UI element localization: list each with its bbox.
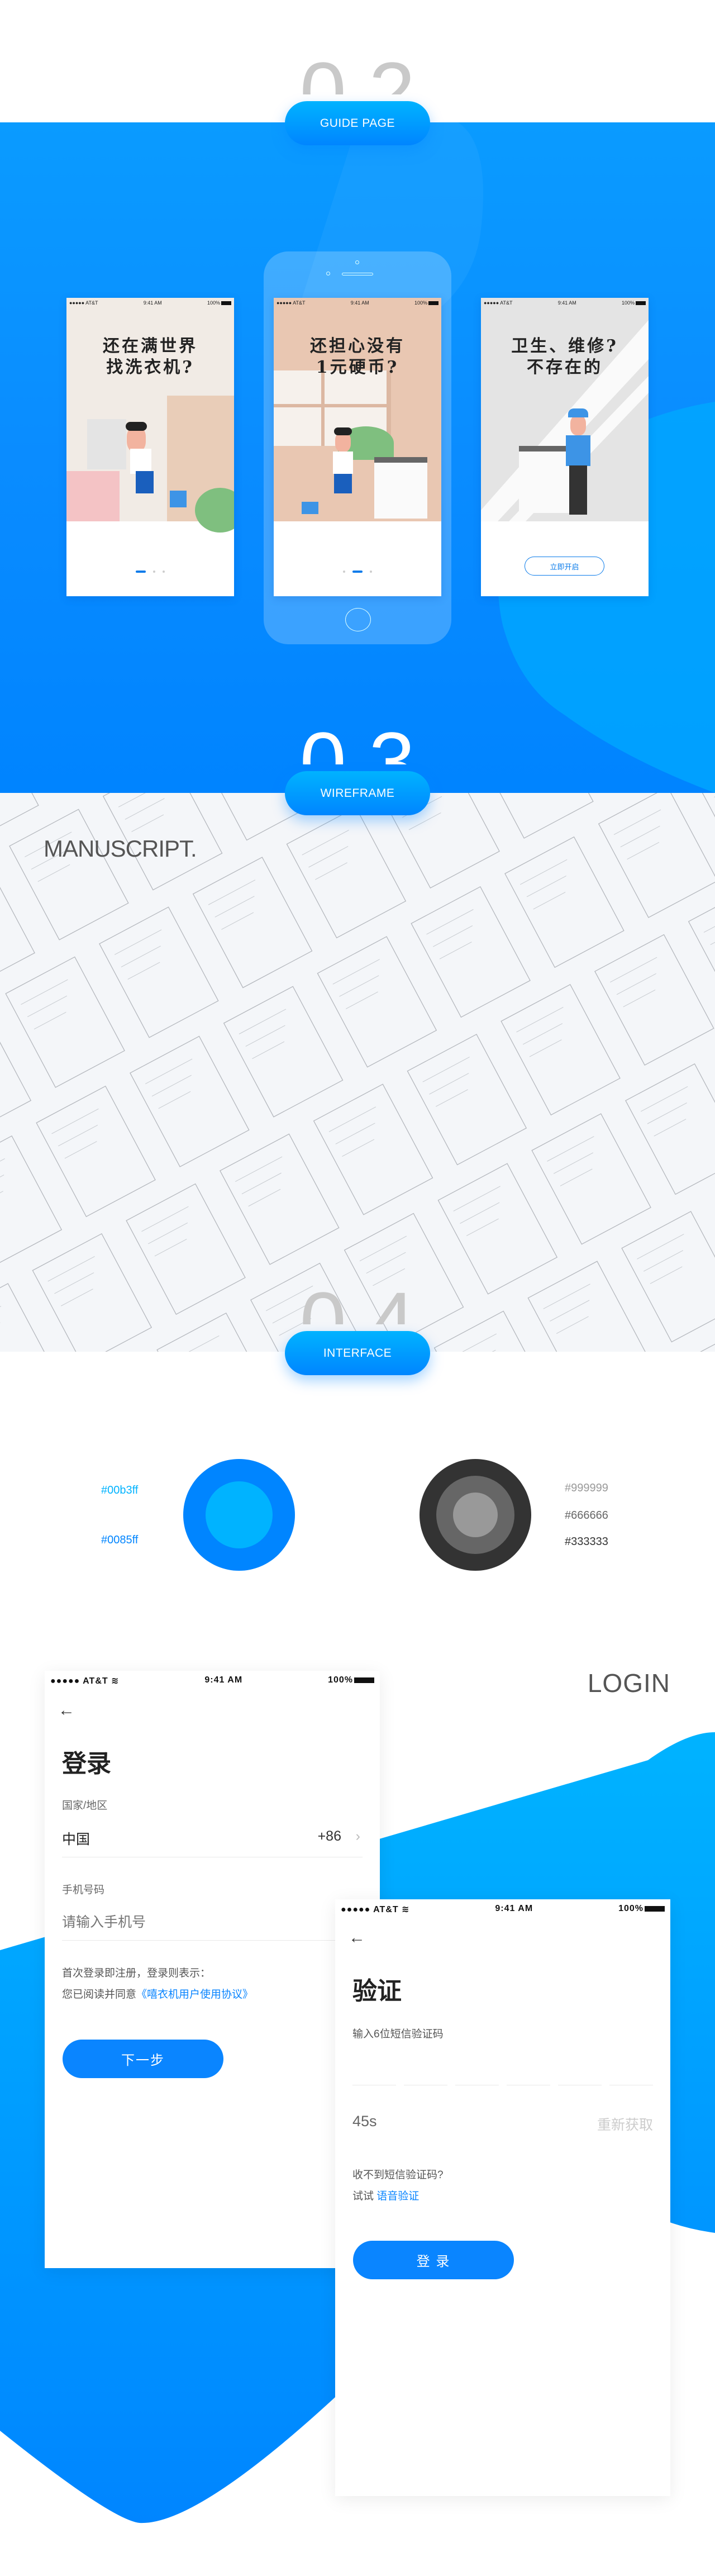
login-heading: LOGIN <box>587 1669 670 1698</box>
guide-screen-1: ●●●●● AT&T 9:41 AM 100% 还在满世界 找洗衣机? <box>66 298 234 596</box>
battery-icon <box>221 301 231 306</box>
login-button[interactable]: 登 录 <box>353 2241 514 2279</box>
page-indicator[interactable] <box>274 571 441 573</box>
guide-page-pill: GUIDE PAGE <box>285 101 430 145</box>
agreement-text: 您已阅读并同意《嘻衣机用户使用协议》 <box>62 1989 254 2000</box>
no-sms-text: 收不到短信验证码? <box>352 2169 444 2181</box>
section-number-04: 04 <box>0 1280 715 1324</box>
status-bar: ●●●●● AT&T 9:41 AM 100% <box>481 298 649 308</box>
verify-screen: ●●●●● AT&T ≋ 9:41 AM 100% ← 验证 输入6位短信验证码 4… <box>335 1899 670 2496</box>
verify-title: 验证 <box>352 1978 402 2005</box>
illustration-coin-worry <box>274 298 441 521</box>
status-bar: ●●●●● AT&T ≋ 9:41 AM 100% <box>341 1904 665 1915</box>
battery-icon <box>428 301 438 306</box>
illustration-laundry-search <box>66 298 234 533</box>
agreement-link[interactable]: 《嘻衣机用户使用协议》 <box>136 1989 253 2000</box>
login-screen: ●●●●● AT&T ≋ 9:41 AM 100% ← 登录 国家/地区 中国 +8… <box>45 1671 380 2268</box>
sensor-icon <box>326 272 330 275</box>
section-number-02: 02 <box>0 50 715 94</box>
home-button[interactable] <box>345 608 371 631</box>
wireframe-pill: WIREFRAME <box>285 771 430 815</box>
battery-icon <box>636 301 646 306</box>
divider <box>62 1940 363 1941</box>
next-button[interactable]: 下一步 <box>63 2040 223 2078</box>
country-code: +86 <box>317 1828 341 1844</box>
country-selector[interactable]: 中国 +86 › <box>62 1828 363 1851</box>
start-now-button[interactable]: 立即开启 <box>525 557 604 576</box>
code-input[interactable] <box>352 2067 653 2085</box>
arrow-left-icon[interactable]: ← <box>349 1929 365 1946</box>
status-bar: ●●●●● AT&T 9:41 AM 100% <box>66 298 234 308</box>
status-bar: ●●●●● AT&T ≋ 9:41 AM 100% <box>50 1675 374 1686</box>
interface-pill: INTERFACE <box>285 1331 430 1375</box>
notice-text: 首次登录即注册，登录则表示： <box>62 1967 211 1979</box>
page-indicator[interactable] <box>66 571 234 573</box>
status-bar: ●●●●● AT&T 9:41 AM 100% <box>274 298 441 308</box>
voice-verify-row: 试试 语音验证 <box>352 2190 420 2202</box>
section-number-03: 03 <box>0 720 715 764</box>
guide-title: 还担心没有 1元硬币? <box>310 336 405 377</box>
guide-screen-2: ●●●●● AT&T 9:41 AM 100% 还担心没有 1元硬币? <box>274 298 441 596</box>
illustration-repairman <box>481 298 649 521</box>
chevron-right-icon: › <box>355 1828 360 1844</box>
code-hint: 输入6位短信验证码 <box>352 2028 444 2040</box>
country-label: 国家/地区 <box>62 1800 108 1812</box>
guide-title: 卫生、维修? 不存在的 <box>511 336 618 377</box>
resend-button[interactable]: 重新获取 <box>597 2114 653 2134</box>
guide-screen-3: ●●●●● AT&T 9:41 AM 100% 卫生、维修? 不存在的 立即开启 <box>481 298 649 596</box>
voice-verify-link[interactable]: 语音验证 <box>376 2190 419 2202</box>
login-title: 登录 <box>62 1750 111 1777</box>
wifi-icon: ≋ <box>111 1676 120 1686</box>
wifi-icon: ≋ <box>402 1905 410 1914</box>
countdown: 45s <box>352 2113 377 2130</box>
country-value: 中国 <box>62 1832 90 1847</box>
phone-input[interactable] <box>62 1911 363 1933</box>
arrow-left-icon[interactable]: ← <box>58 1702 75 1719</box>
speaker-icon <box>342 273 373 275</box>
phone-label: 手机号码 <box>62 1884 105 1896</box>
guide-title: 还在满世界 找洗衣机? <box>103 336 198 377</box>
camera-icon <box>355 260 359 264</box>
